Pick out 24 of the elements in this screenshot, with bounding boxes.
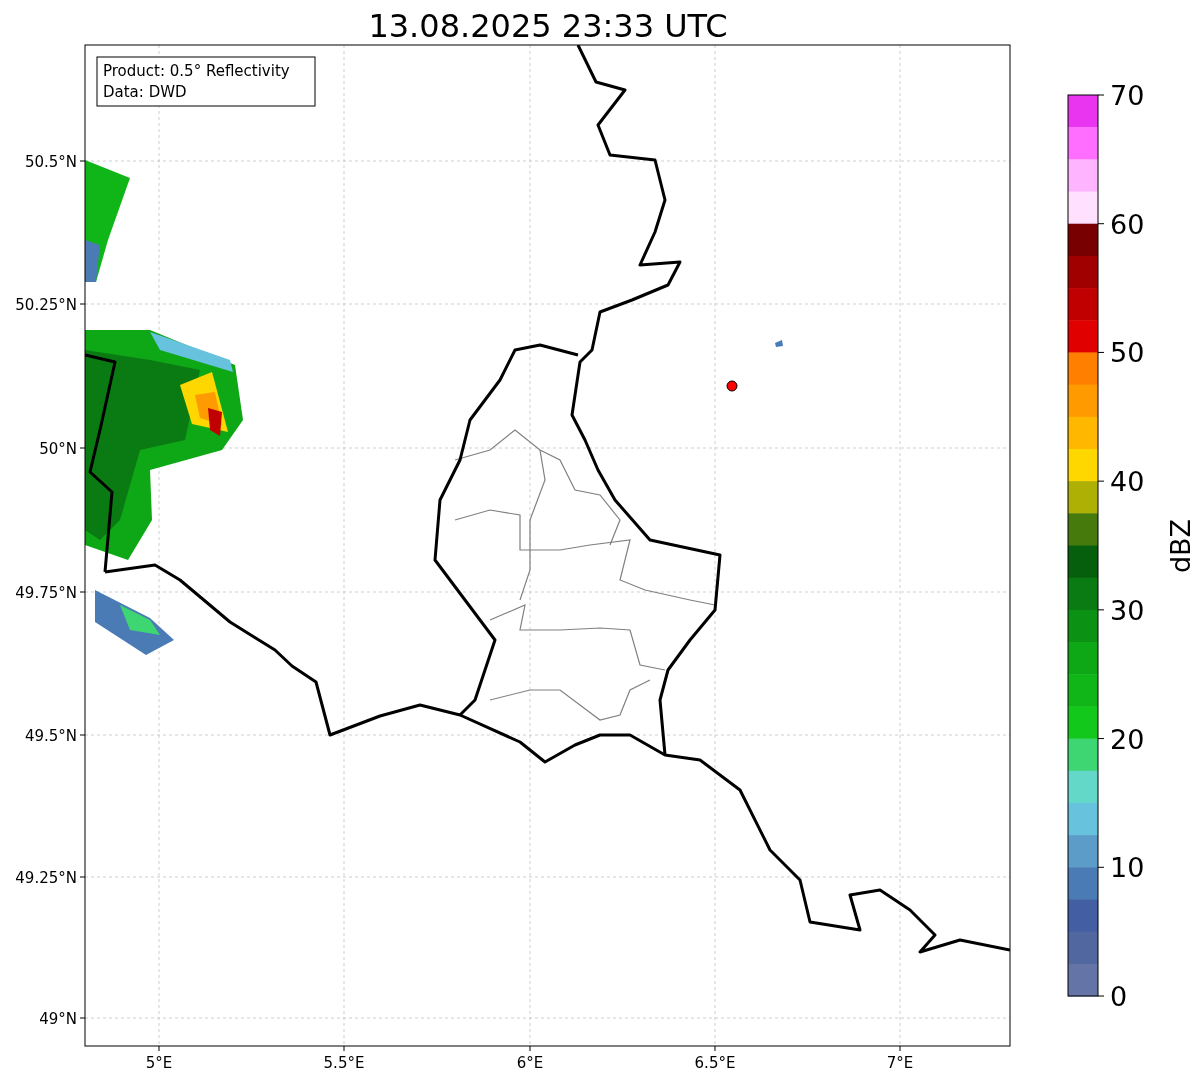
longitude-label: 6.5°E [694,1054,736,1072]
latitude-label: 49.5°N [24,727,77,745]
longitude-label: 5°E [145,1054,173,1072]
info-text: Product: 0.5° Reflectivity [103,62,290,80]
longitude-label: 5.5°E [323,1054,365,1072]
longitude-label: 6°E [516,1054,544,1072]
info-text: Data: DWD [103,83,187,101]
colorbar-tick-label: 40 [1110,466,1145,498]
colorbar-tick-label: 0 [1110,981,1128,1012]
colorbar-tick-label: 20 [1110,723,1145,755]
longitude-label: 7°E [886,1054,914,1072]
latitude-label: 49.25°N [15,869,77,887]
colorbar-tick-label: 50 [1110,337,1145,369]
colorbar-tick-label: 60 [1110,208,1145,240]
latitude-label: 50.5°N [24,153,77,171]
latitude-label: 49°N [39,1010,77,1028]
colorbar-label: dBZ [1165,518,1196,574]
chart-title: 13.08.2025 23:33 UTC [368,7,728,45]
colorbar-tick-label: 10 [1110,852,1145,884]
colorbar-tick-label: 30 [1110,594,1145,626]
latitude-label: 49.75°N [15,584,77,602]
latitude-label: 50°N [39,440,77,458]
latitude-label: 50.25°N [15,296,77,314]
colorbar-tick-label: 70 [1110,80,1145,111]
